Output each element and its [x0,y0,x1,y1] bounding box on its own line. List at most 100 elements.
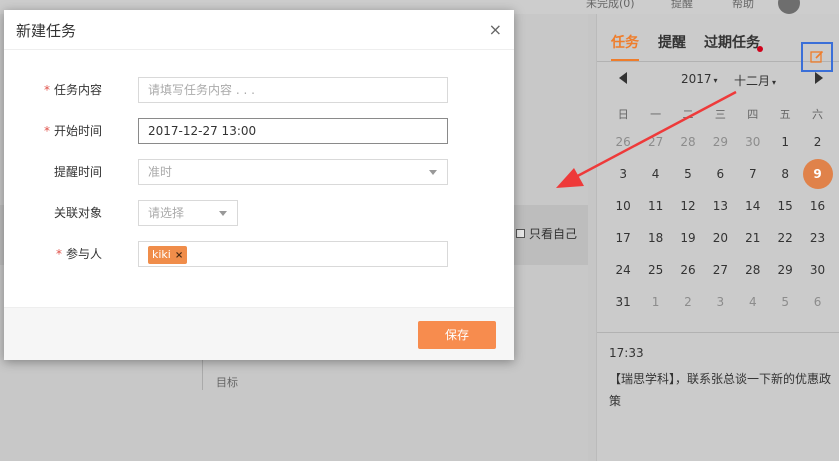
day-number: 1 [781,135,789,149]
calendar-day[interactable]: 6 [704,158,736,190]
target-label: 目标 [216,376,238,389]
field-label: * 任务内容 [4,77,102,103]
calendar-day[interactable]: 10 [607,190,639,222]
chevron-down-icon: ▾ [772,78,777,87]
only-me-filter[interactable]: 只看自己 [516,225,577,242]
calendar-nav: 2017 ▾ 十二月 ▾ [597,70,839,90]
calendar-day[interactable]: 22 [769,222,801,254]
calendar-day[interactable]: 11 [639,190,671,222]
topbar-item-help[interactable]: 帮助 [732,0,754,11]
calendar-week: 31 1 2 3 4 5 6 [607,286,834,318]
day-number: 26 [680,263,696,277]
weekday-label: 二 [682,108,694,121]
new-task-dialog: 新建任务 × * 任务内容 请填写任务内容 . . . * 开始时间 2017-12… [4,10,514,360]
calendar-day[interactable]: 8 [769,158,801,190]
day-number: 28 [745,263,761,277]
only-me-checkbox[interactable] [516,229,525,238]
calendar-day[interactable]: 19 [672,222,704,254]
calendar-day[interactable]: 29 [769,254,801,286]
calendar-day[interactable]: 2 [801,126,833,158]
chevron-down-icon [219,211,227,216]
tab-overdue[interactable]: 过期任务 [704,32,760,52]
new-task-button[interactable] [801,42,833,72]
calendar-day[interactable]: 29 [704,126,736,158]
calendar-day[interactable]: 20 [704,222,736,254]
reminder-select[interactable]: 准时 [138,159,448,185]
calendar-day[interactable]: 30 [737,126,769,158]
day-number: 1 [651,295,660,309]
calendar-day[interactable]: 28 [737,254,769,286]
calendar-day[interactable]: 30 [801,254,833,286]
weekday-label: 三 [714,108,726,121]
calendar-day[interactable]: 4 [737,286,769,318]
field-label: 提醒时间 [53,165,102,179]
calendar-day[interactable]: 9 [801,158,833,190]
participants-input[interactable]: kiki × [138,241,448,267]
calendar-day[interactable]: 27 [639,126,671,158]
weekday-label: 日 [617,108,629,121]
calendar-day[interactable]: 3 [704,286,736,318]
save-button[interactable]: 保存 [418,321,496,349]
calendar-day[interactable]: 5 [672,158,704,190]
calendar-day[interactable]: 1 [639,286,671,318]
calendar-day[interactable]: 2 [672,286,704,318]
reminder-value: 准时 [148,165,173,179]
calendar-day[interactable]: 26 [672,254,704,286]
calendar-day[interactable]: 18 [639,222,671,254]
event-description[interactable]: 【瑞思学科】，联系张总谈一下新的优惠政策 [609,368,831,412]
calendar-day[interactable]: 14 [737,190,769,222]
next-month-icon[interactable] [815,72,823,84]
calendar-day[interactable]: 15 [769,190,801,222]
calendar-day[interactable]: 6 [801,286,833,318]
weekday-label: 一 [650,108,662,121]
only-me-label: 只看自己 [529,227,578,241]
calendar-day[interactable]: 26 [607,126,639,158]
calendar-grid: 日一二三四五六 26 27 28 29 30 1 2 3 4 5 6 7 8 9 10 11 12 13 14 15 1… [607,104,834,318]
month-value: 十二月 [734,74,771,88]
day-number: 10 [615,199,631,213]
calendar-day[interactable]: 4 [639,158,671,190]
calendar-week: 26 27 28 29 30 1 2 [607,126,834,158]
remove-tag-icon[interactable]: × [175,250,183,261]
calendar-day[interactable]: 5 [769,286,801,318]
close-icon[interactable]: × [489,20,502,39]
day-number: 30 [809,263,826,277]
avatar[interactable] [778,0,800,14]
day-number: 3 [716,295,725,309]
calendar-day[interactable]: 12 [672,190,704,222]
divider [597,332,839,333]
calendar-day[interactable]: 1 [769,126,801,158]
start-time-input[interactable]: 2017-12-27 13:00 [138,118,448,144]
participant-tag: kiki × [148,246,188,264]
day-number: 4 [651,167,660,181]
calendar-day[interactable]: 25 [639,254,671,286]
day-number: 2 [813,135,822,149]
day-number: 3 [619,167,628,181]
month-select[interactable]: 十二月 ▾ [734,72,776,89]
year-select[interactable]: 2017 ▾ [681,72,718,86]
calendar-day[interactable]: 13 [704,190,736,222]
tab-tasks[interactable]: 任务 [611,32,639,61]
topbar-item-unfinished[interactable]: 未完成(0) [586,0,635,11]
topbar-item-reminder[interactable]: 提醒 [671,0,693,11]
calendar-week: 3 4 5 6 7 89 [607,158,834,190]
calendar-day[interactable]: 16 [801,190,833,222]
calendar-day[interactable]: 23 [801,222,833,254]
calendar-day[interactable]: 24 [607,254,639,286]
calendar-day[interactable]: 28 [672,126,704,158]
day-number: 21 [745,231,761,245]
calendar-day[interactable]: 17 [607,222,639,254]
calendar-day[interactable]: 27 [704,254,736,286]
day-number: 7 [748,167,757,181]
task-content-input[interactable]: 请填写任务内容 . . . [138,77,448,103]
calendar-day[interactable]: 3 [607,158,639,190]
tab-reminders[interactable]: 提醒 [658,32,686,52]
calendar-panel: 任务 提醒 过期任务 2017 ▾ 十二月 ▾ 日一二三四五六 26 27 28 29 30… [596,14,839,461]
related-object-select[interactable]: 请选择 [138,200,238,226]
day-number: 20 [712,231,728,245]
prev-month-icon[interactable] [619,72,627,84]
calendar-day[interactable]: 21 [737,222,769,254]
calendar-day[interactable]: 7 [737,158,769,190]
calendar-day[interactable]: 31 [607,286,639,318]
divider [202,360,203,390]
